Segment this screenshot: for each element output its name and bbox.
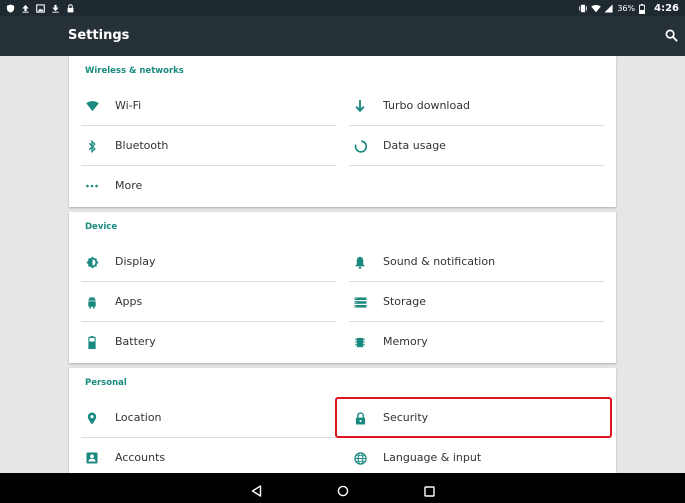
- setting-label: Apps: [115, 295, 143, 308]
- memory-icon: [353, 335, 367, 349]
- globe-icon: [353, 451, 367, 465]
- data-usage-icon: [353, 139, 367, 153]
- card-device: Device Display Sound & notification Apps…: [69, 212, 616, 363]
- setting-label: Bluetooth: [115, 139, 169, 152]
- security-highlight-box: [335, 397, 612, 438]
- more-dots-icon: [85, 179, 99, 193]
- setting-label: Display: [115, 255, 156, 268]
- search-button[interactable]: [663, 27, 679, 43]
- upload-icon: [21, 4, 30, 13]
- bluetooth-icon: [85, 139, 99, 153]
- setting-label: Memory: [383, 335, 428, 348]
- setting-storage[interactable]: Storage: [349, 282, 604, 322]
- setting-language-input[interactable]: Language & input: [349, 438, 604, 473]
- setting-memory[interactable]: Memory: [349, 322, 604, 362]
- setting-label: Language & input: [383, 451, 482, 464]
- setting-label: Accounts: [115, 451, 166, 464]
- section-header-wireless: Wireless & networks: [85, 66, 184, 76]
- vibrate-icon: [578, 4, 588, 13]
- setting-more[interactable]: More: [81, 166, 336, 206]
- brightness-icon: [85, 255, 99, 269]
- setting-location[interactable]: Location: [81, 398, 336, 438]
- wifi-icon: [591, 4, 602, 13]
- setting-label: More: [115, 179, 143, 192]
- settings-list: Wireless & networks Wi-Fi Turbo download…: [0, 56, 685, 473]
- home-button[interactable]: [337, 482, 349, 497]
- wifi-icon: [85, 99, 99, 113]
- setting-label: Storage: [383, 295, 427, 308]
- lock-icon: [66, 3, 75, 13]
- app-bar: Settings: [0, 16, 685, 56]
- battery-percent: 36%: [617, 3, 636, 13]
- navigation-bar: [0, 473, 685, 503]
- download-icon: [51, 4, 60, 13]
- status-left: [6, 3, 75, 13]
- image-icon: [36, 3, 45, 13]
- section-header-personal: Personal: [85, 378, 127, 388]
- battery-icon: [85, 335, 99, 349]
- back-icon: [251, 485, 262, 497]
- setting-label: Wi-Fi: [115, 99, 142, 112]
- setting-accounts[interactable]: Accounts: [81, 438, 336, 473]
- page-title: Settings: [68, 28, 130, 43]
- status-bar: 36% 4:26: [0, 0, 685, 16]
- setting-label: Sound & notification: [383, 255, 496, 268]
- setting-wifi[interactable]: Wi-Fi: [81, 86, 336, 126]
- status-right: 36% 4:26: [578, 3, 679, 14]
- setting-turbo-download[interactable]: Turbo download: [349, 86, 604, 126]
- setting-bluetooth[interactable]: Bluetooth: [81, 126, 336, 166]
- bell-icon: [353, 255, 367, 269]
- setting-sound-notification[interactable]: Sound & notification: [349, 242, 604, 282]
- signal-icon: [604, 3, 613, 13]
- card-wireless-networks: Wireless & networks Wi-Fi Turbo download…: [69, 56, 616, 207]
- setting-data-usage[interactable]: Data usage: [349, 126, 604, 166]
- download-arrow-icon: [353, 99, 367, 113]
- home-icon: [337, 485, 349, 497]
- setting-label: Turbo download: [383, 99, 470, 112]
- storage-icon: [353, 295, 367, 309]
- setting-battery[interactable]: Battery: [81, 322, 336, 362]
- setting-apps[interactable]: Apps: [81, 282, 336, 322]
- recents-button[interactable]: [424, 482, 436, 497]
- search-icon: [665, 29, 678, 42]
- section-header-device: Device: [85, 222, 118, 232]
- recents-icon: [424, 486, 435, 497]
- shield-icon: [6, 3, 15, 13]
- clock: 4:26: [654, 2, 679, 14]
- setting-label: Data usage: [383, 139, 446, 152]
- setting-label: Location: [115, 411, 162, 424]
- setting-display[interactable]: Display: [81, 242, 336, 282]
- battery-icon: [639, 3, 648, 14]
- location-pin-icon: [85, 411, 99, 425]
- back-button[interactable]: [251, 482, 263, 497]
- android-icon: [85, 295, 99, 309]
- account-icon: [85, 451, 99, 465]
- setting-label: Battery: [115, 335, 156, 348]
